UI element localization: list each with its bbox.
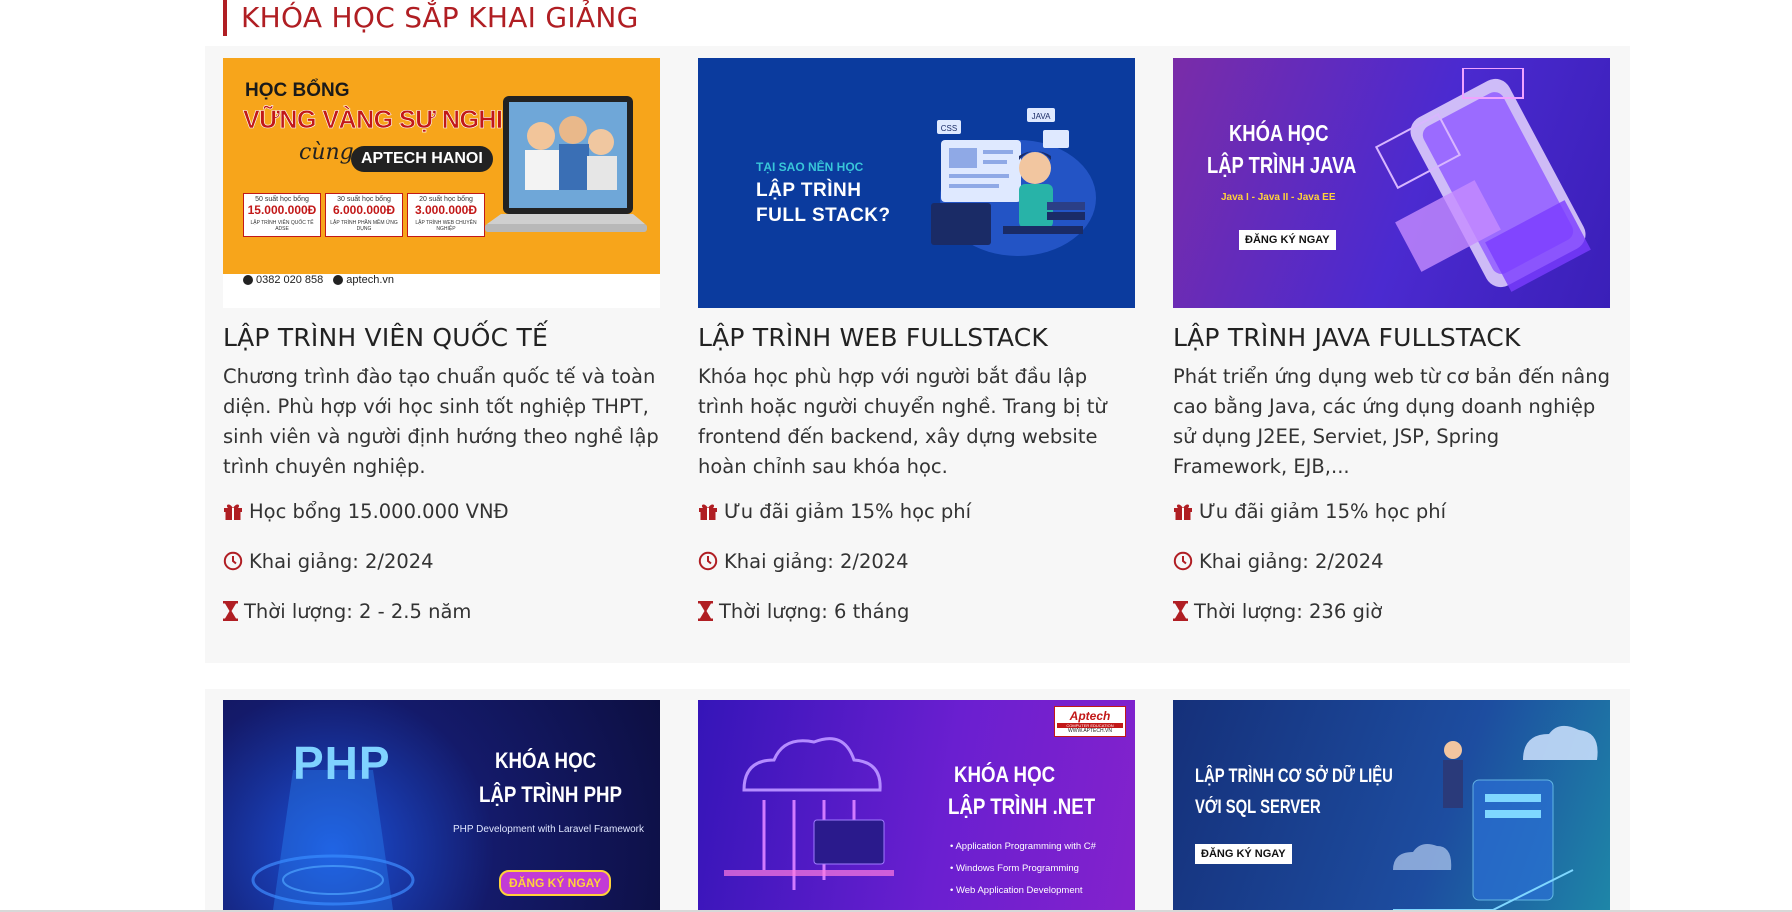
course-card[interactable]: Aptech COMPUTER EDUCATION WWW.APTECH.VN …: [698, 700, 1135, 912]
gift-icon: [699, 504, 717, 520]
course-banner[interactable]: KHÓA HỌC LẬP TRÌNH JAVA Java I - Java II…: [1173, 58, 1610, 308]
course-card[interactable]: TẠI SAO NÊN HỌC LẬP TRÌNH FULL STACK? CS…: [698, 58, 1135, 646]
course-meta: Ưu đãi giảm 15% học phí Khai giảng: 2/20…: [698, 496, 1135, 626]
banner-text: KHÓA HỌC: [954, 762, 1056, 787]
course-banner[interactable]: HỌC BỔNG VỮNG VÀNG SỰ NGHIỆP cùng APTECH…: [223, 58, 660, 308]
java-tag: JAVA: [1032, 112, 1051, 121]
banner-text: LẬP TRÌNH CƠ SỞ DỮ LIỆU: [1195, 766, 1393, 787]
banner-text: VỚI SQL SERVER: [1195, 797, 1321, 818]
scholarship-boxes: 50 suất học bổng 15.000.000Đ LẬP TRÌNH V…: [243, 193, 485, 237]
course-banner[interactable]: Aptech COMPUTER EDUCATION WWW.APTECH.VN …: [698, 700, 1135, 912]
banner-text: cùng: [299, 140, 354, 165]
banner-text: LẬP TRÌNH: [756, 180, 862, 201]
banner-text: Java I - Java II - Java EE: [1221, 192, 1336, 203]
course-meta: Học bổng 15.000.000 VNĐ Khai giảng: 2/20…: [223, 496, 660, 626]
gift-icon: [1174, 504, 1192, 520]
contact-info: 0382 020 858 aptech.vn: [243, 274, 394, 286]
banner-text: TẠI SAO NÊN HỌC: [756, 160, 864, 174]
course-description: Phát triển ứng dụng web từ cơ bản đến nâ…: [1173, 365, 1610, 478]
course-banner[interactable]: LẬP TRÌNH CƠ SỞ DỮ LIỆU VỚI SQL SERVER Đ…: [1173, 700, 1610, 912]
course-card[interactable]: KHÓA HỌC LẬP TRÌNH JAVA Java I - Java II…: [1173, 58, 1610, 646]
courses-row-1: HỌC BỔNG VỮNG VÀNG SỰ NGHIỆP cùng APTECH…: [205, 46, 1630, 663]
duration-row: Thời lượng: 2 - 2.5 năm: [223, 596, 660, 626]
course-card[interactable]: PHP KHÓA HỌC LẬP TRÌNH PHP PHP Developme…: [223, 700, 660, 912]
banner-text: HỌC BỔNG: [245, 80, 350, 101]
banner-text: LẬP TRÌNH .NET: [948, 794, 1096, 819]
topic-item: • Windows Form Programming: [950, 863, 1079, 874]
course-description: Khóa học phù hợp với người bắt đầu lập t…: [698, 365, 1107, 478]
register-badge: ĐĂNG KÝ NGAY: [499, 870, 612, 896]
banner-text: KHÓA HỌC: [495, 748, 597, 773]
offer-row: Ưu đãi giảm 15% học phí: [1173, 496, 1610, 526]
laptop-illustration: [485, 96, 647, 232]
register-badge: ĐĂNG KÝ NGAY: [1239, 230, 1336, 250]
scholarship-box: 50 suất học bổng 15.000.000Đ LẬP TRÌNH V…: [243, 193, 321, 237]
start-row: Khai giảng: 2/2024: [698, 546, 1135, 576]
scholarship-box: 20 suất học bổng 3.000.000Đ LẬP TRÌNH WE…: [407, 193, 485, 237]
hourglass-icon: [1173, 601, 1188, 621]
banner-text: PHP Development with Laravel Framework: [453, 824, 645, 835]
duration-row: Thời lượng: 236 giờ: [1173, 596, 1610, 626]
topic-item: • Application Programming with C#: [950, 841, 1096, 852]
css-tag: CSS: [941, 124, 957, 133]
banner-text: LẬP TRÌNH JAVA: [1207, 152, 1357, 178]
course-banner[interactable]: PHP KHÓA HỌC LẬP TRÌNH PHP PHP Developme…: [223, 700, 660, 912]
course-title[interactable]: LẬP TRÌNH JAVA FULLSTACK: [1173, 322, 1610, 354]
topic-item: • Web Application Development: [950, 885, 1083, 896]
course-description: Chương trình đào tạo chuẩn quốc tế và to…: [223, 365, 659, 478]
php-logo-text: PHP: [293, 737, 391, 789]
course-banner[interactable]: TẠI SAO NÊN HỌC LẬP TRÌNH FULL STACK? CS…: [698, 58, 1135, 308]
banner-text: KHÓA HỌC: [1229, 120, 1329, 146]
phone-ui-illustration: [1374, 68, 1591, 292]
brand-badge: APTECH HANOI: [351, 146, 493, 172]
start-row: Khai giảng: 2/2024: [1173, 546, 1610, 576]
gift-icon: [224, 504, 242, 520]
course-title[interactable]: LẬP TRÌNH WEB FULLSTACK: [698, 322, 1135, 354]
phone-icon: [243, 275, 253, 285]
course-title[interactable]: LẬP TRÌNH VIÊN QUỐC TẾ: [223, 322, 660, 354]
scholarship-box: 30 suất học bổng 6.000.000Đ LẬP TRÌNH PH…: [325, 193, 403, 237]
clock-icon: [698, 551, 718, 571]
courses-row-2: PHP KHÓA HỌC LẬP TRÌNH PHP PHP Developme…: [205, 689, 1630, 912]
aptech-badge: Aptech COMPUTER EDUCATION WWW.APTECH.VN: [1054, 706, 1126, 737]
offer-row: Học bổng 15.000.000 VNĐ: [223, 496, 660, 526]
section-title: KHÓA HỌC SẮP KHAI GIẢNG: [223, 0, 639, 36]
cloud-network-illustration: [724, 737, 894, 890]
hourglass-icon: [223, 601, 238, 621]
clock-icon: [1173, 551, 1193, 571]
topic-list: • Application Programming with C# • Wind…: [950, 836, 1096, 902]
offer-row: Ưu đãi giảm 15% học phí: [698, 496, 1135, 526]
database-illustration: [1393, 725, 1598, 911]
course-card[interactable]: HỌC BỔNG VỮNG VÀNG SỰ NGHIỆP cùng APTECH…: [223, 58, 660, 646]
start-row: Khai giảng: 2/2024: [223, 546, 660, 576]
clock-icon: [223, 551, 243, 571]
hourglass-icon: [698, 601, 713, 621]
globe-icon: [333, 275, 344, 285]
duration-row: Thời lượng: 6 tháng: [698, 596, 1135, 626]
course-card[interactable]: LẬP TRÌNH CƠ SỞ DỮ LIỆU VỚI SQL SERVER Đ…: [1173, 700, 1610, 912]
developer-illustration: CSS JAVA: [931, 108, 1096, 256]
course-meta: Ưu đãi giảm 15% học phí Khai giảng: 2/20…: [1173, 496, 1610, 626]
register-badge: ĐĂNG KÝ NGAY: [1195, 844, 1292, 864]
banner-text: LẬP TRÌNH PHP: [479, 782, 623, 807]
banner-text: FULL STACK?: [756, 205, 891, 226]
